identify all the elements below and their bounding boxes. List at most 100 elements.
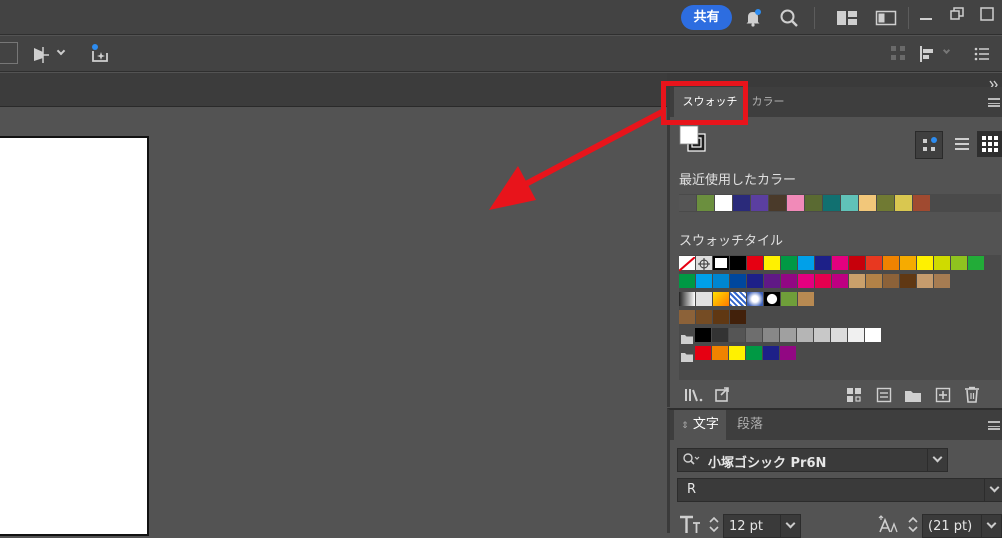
color-swatch[interactable] <box>934 274 950 288</box>
leading-stepper[interactable] <box>907 514 919 534</box>
color-swatch[interactable] <box>764 256 780 270</box>
font-size-stepper[interactable] <box>708 514 720 534</box>
fill-stroke-icon[interactable] <box>679 125 709 155</box>
new-swatch-icon[interactable] <box>935 387 951 403</box>
generative-ai-icon[interactable] <box>90 43 112 65</box>
color-swatch[interactable] <box>696 292 712 306</box>
color-swatch[interactable] <box>781 256 797 270</box>
swatch-options-icon[interactable] <box>876 387 892 403</box>
show-kinds-icon[interactable] <box>915 131 943 159</box>
color-swatch[interactable] <box>679 292 695 306</box>
color-swatch[interactable] <box>866 256 882 270</box>
close-icon[interactable] <box>980 6 994 21</box>
color-swatch[interactable] <box>848 328 864 342</box>
recent-color-swatch[interactable] <box>841 195 858 211</box>
font-family-dropdown[interactable] <box>927 449 947 471</box>
swatch-registration[interactable] <box>696 256 712 270</box>
color-swatch[interactable] <box>883 274 899 288</box>
more-options-icon[interactable] <box>974 46 990 61</box>
font-size-field[interactable]: 12 pt <box>723 514 801 538</box>
recent-color-swatch[interactable] <box>715 195 732 211</box>
color-swatch[interactable] <box>781 274 797 288</box>
tab-character[interactable]: ⇕ 文字 <box>674 410 726 440</box>
search-icon[interactable] <box>779 8 799 28</box>
color-swatch[interactable] <box>730 274 746 288</box>
color-swatch[interactable] <box>730 256 746 270</box>
color-swatch[interactable] <box>831 328 847 342</box>
font-family-field[interactable]: 小塚ゴシック Pr6N <box>677 448 948 472</box>
panel-menu-icon[interactable] <box>988 421 1000 430</box>
perspective-grid-icon[interactable] <box>31 44 51 64</box>
color-swatch[interactable] <box>798 292 814 306</box>
notification-bell-icon[interactable] <box>743 8 763 28</box>
color-swatch[interactable] <box>849 256 865 270</box>
list-view-icon[interactable] <box>952 134 972 154</box>
color-swatch[interactable] <box>679 310 695 324</box>
recent-color-swatch[interactable] <box>679 195 696 211</box>
recent-color-swatch[interactable] <box>697 195 714 211</box>
swatch-none[interactable] <box>678 256 696 272</box>
font-size-dropdown[interactable] <box>780 515 800 537</box>
panel-menu-icon[interactable] <box>988 98 1000 107</box>
color-swatch[interactable] <box>746 328 762 342</box>
artboard[interactable] <box>0 136 149 536</box>
workspace-switcher-icon[interactable] <box>836 9 858 27</box>
chevron-down-icon[interactable] <box>942 46 951 55</box>
color-swatch[interactable] <box>764 274 780 288</box>
color-swatch[interactable] <box>798 256 814 270</box>
color-swatch[interactable] <box>968 256 984 270</box>
font-style-field[interactable]: R <box>677 478 1002 502</box>
color-swatch[interactable] <box>917 274 933 288</box>
chevron-down-icon[interactable] <box>56 46 66 56</box>
new-color-group-icon[interactable] <box>904 388 922 402</box>
color-swatch[interactable] <box>832 256 848 270</box>
color-swatch[interactable] <box>815 256 831 270</box>
color-swatch[interactable] <box>713 274 729 288</box>
color-swatch[interactable] <box>763 346 779 360</box>
color-swatch[interactable] <box>713 256 729 270</box>
color-swatch[interactable] <box>712 328 728 342</box>
delete-swatch-icon[interactable] <box>964 386 980 403</box>
align-icon[interactable] <box>918 45 936 63</box>
tab-paragraph[interactable]: 段落 <box>726 410 774 440</box>
color-swatch[interactable] <box>832 274 848 288</box>
recent-color-swatch[interactable] <box>895 195 912 211</box>
recent-color-swatch[interactable] <box>733 195 750 211</box>
control-field[interactable] <box>0 42 18 64</box>
color-swatch[interactable] <box>746 346 762 360</box>
color-swatch[interactable] <box>815 274 831 288</box>
color-swatch[interactable] <box>696 310 712 324</box>
color-swatch[interactable] <box>798 274 814 288</box>
tab-color[interactable]: カラー <box>746 87 790 117</box>
color-swatch[interactable] <box>695 328 711 342</box>
minimize-icon[interactable] <box>919 10 933 24</box>
color-swatch[interactable] <box>797 328 813 342</box>
color-swatch[interactable] <box>713 310 729 324</box>
distribute-icon[interactable] <box>890 45 906 61</box>
recent-color-swatch[interactable] <box>805 195 822 211</box>
font-style-dropdown[interactable] <box>984 479 1002 501</box>
recent-color-swatch[interactable] <box>859 195 876 211</box>
recent-color-swatch[interactable] <box>913 195 930 211</box>
color-swatch[interactable] <box>900 256 916 270</box>
recent-color-swatch[interactable] <box>877 195 894 211</box>
restore-icon[interactable] <box>950 6 964 20</box>
place-swatch-icon[interactable] <box>714 387 732 403</box>
color-swatch[interactable] <box>866 274 882 288</box>
leading-dropdown[interactable] <box>981 515 1001 537</box>
color-swatch[interactable] <box>695 346 711 360</box>
color-swatch[interactable] <box>934 256 950 270</box>
recent-color-swatch[interactable] <box>823 195 840 211</box>
color-group-folder-icon[interactable] <box>680 348 694 367</box>
color-swatch[interactable] <box>713 292 729 306</box>
recent-color-swatch[interactable] <box>751 195 768 211</box>
color-group-folder-icon[interactable] <box>680 330 694 349</box>
color-swatch[interactable] <box>865 328 881 342</box>
swatch-kinds-icon[interactable] <box>846 387 862 403</box>
color-swatch[interactable] <box>729 346 745 360</box>
recent-color-swatch[interactable] <box>769 195 786 211</box>
grid-view-icon[interactable] <box>977 131 1002 157</box>
color-swatch[interactable] <box>747 292 763 306</box>
color-swatch[interactable] <box>730 310 746 324</box>
color-swatch[interactable] <box>780 346 796 360</box>
